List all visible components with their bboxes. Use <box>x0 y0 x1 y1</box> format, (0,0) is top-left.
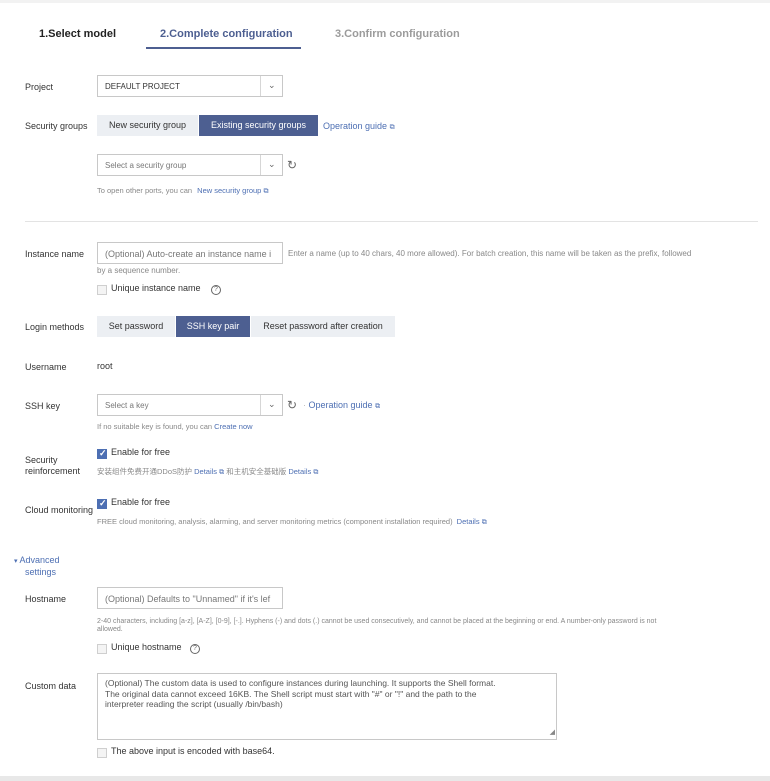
reset-password-after-creation-option[interactable]: Reset password after creation <box>251 316 395 337</box>
ssh-key-select[interactable]: Select a key ⌄ <box>97 394 283 416</box>
project-value: DEFAULT PROJECT <box>105 82 180 91</box>
cloud-monitoring-details-link[interactable]: Details <box>457 517 480 526</box>
chevron-down-icon: ⌄ <box>268 159 276 169</box>
project-select[interactable]: DEFAULT PROJECT ⌄ <box>97 75 283 97</box>
custom-data-placeholder-line2: The original data cannot exceed 16KB. Th… <box>105 688 477 699</box>
custom-data-placeholder-line1: (Optional) The custom data is used to co… <box>105 678 496 688</box>
security-groups-guide-link[interactable]: Operation guide ⧉ <box>323 121 395 132</box>
instance-name-label: Instance name <box>25 249 85 259</box>
external-link-icon: ⧉ <box>375 403 381 410</box>
unique-instance-name-checkbox[interactable] <box>97 285 107 295</box>
existing-security-groups-option[interactable]: Existing security groups <box>199 115 318 136</box>
refresh-icon[interactable]: ↻ <box>287 158 297 172</box>
chevron-down-icon: ⌄ <box>268 80 276 90</box>
security-reinforcement-label-line1: Security <box>25 455 58 465</box>
base64-checkbox[interactable] <box>97 748 107 758</box>
set-password-option[interactable]: Set password <box>97 316 175 337</box>
refresh-icon[interactable]: ↻ <box>287 398 297 412</box>
active-step-underline <box>146 47 301 49</box>
hostname-hint-line1: 2-40 characters, including [a-z], [A-Z],… <box>97 618 657 625</box>
external-link-icon: ⧉ <box>219 469 225 476</box>
security-group-hint: To open other ports, you can New securit… <box>97 186 268 197</box>
step-select-model[interactable]: 1.Select model <box>39 28 116 40</box>
ssh-key-hint: If no suitable key is found, you can Cre… <box>97 422 253 432</box>
security-group-select[interactable]: Select a security group ⌄ <box>97 154 283 176</box>
resize-icon[interactable]: ◢ <box>550 728 555 739</box>
security-group-placeholder: Select a security group <box>105 161 187 170</box>
instance-name-hint-line2: by a sequence number. <box>97 266 181 275</box>
operation-guide-text: Operation guide <box>323 121 388 131</box>
hostname-label: Hostname <box>25 594 67 604</box>
ssh-key-dropdown-toggle[interactable]: ⌄ <box>260 395 282 415</box>
instance-name-input[interactable]: (Optional) Auto-create an instance name … <box>97 242 283 264</box>
new-security-group-option[interactable]: New security group <box>97 115 198 136</box>
username-value: root <box>97 361 113 371</box>
login-methods-label: Login methods <box>25 322 85 332</box>
question-icon[interactable]: ? <box>211 285 221 295</box>
ssh-key-guide-link[interactable]: · Operation guide ⧉ <box>303 400 380 411</box>
unique-instance-name-label: Unique instance name <box>111 283 201 293</box>
security-reinforcement-checkbox[interactable] <box>97 448 107 459</box>
ssh-key-label: SSH key <box>25 401 61 411</box>
cloud-monitoring-label: Cloud monitoring <box>25 505 94 515</box>
step-confirm-configuration[interactable]: 3.Confirm configuration <box>335 28 460 40</box>
config-page: 1.Select model 2.Complete configuration … <box>0 3 770 776</box>
security-group-dropdown-toggle[interactable]: ⌄ <box>260 155 282 175</box>
unique-hostname-checkbox[interactable] <box>97 644 107 654</box>
ssh-key-hint-text: If no suitable key is found, you can <box>97 422 213 431</box>
security-groups-label: Security groups <box>25 121 88 131</box>
caret-down-icon: ▾ <box>14 558 18 565</box>
chevron-down-icon: ⌄ <box>268 399 276 409</box>
project-label: Project <box>25 82 54 92</box>
cloud-monitoring-hint: FREE cloud monitoring, analysis, alarmin… <box>97 517 487 528</box>
host-security-details-link[interactable]: Details <box>288 467 311 476</box>
advanced-settings-label-line2: settings <box>25 567 57 577</box>
external-link-icon: ⧉ <box>389 124 395 131</box>
external-link-icon: ⧉ <box>263 188 269 195</box>
unique-hostname-label: Unique hostname <box>111 642 182 652</box>
custom-data-textarea[interactable]: (Optional) The custom data is used to co… <box>97 673 557 740</box>
cloud-monitoring-checkbox-label: Enable for free <box>111 497 171 507</box>
custom-data-label: Custom data <box>25 681 77 691</box>
advanced-settings-label-line1: Advanced <box>19 555 60 565</box>
external-link-icon: ⧉ <box>481 519 487 526</box>
hostname-hint-line2: allowed. <box>97 626 123 633</box>
operation-guide-text: Operation guide <box>308 400 373 410</box>
new-security-group-link[interactable]: New security group <box>197 186 261 195</box>
bottom-bar <box>0 776 770 781</box>
security-group-hint-text: To open other ports, you can <box>97 186 193 195</box>
host-security-hint-text: 和主机安全基础版 <box>226 467 287 476</box>
separator-dot: · <box>303 400 306 410</box>
create-now-link[interactable]: Create now <box>214 422 252 431</box>
question-icon[interactable]: ? <box>190 644 200 654</box>
base64-checkbox-label: The above input is encoded with base64. <box>111 746 275 756</box>
ssh-key-pair-option[interactable]: SSH key pair <box>176 316 250 337</box>
ssh-key-placeholder: Select a key <box>105 401 149 410</box>
security-reinforcement-checkbox-label: Enable for free <box>111 447 171 457</box>
cloud-monitoring-hint-text: FREE cloud monitoring, analysis, alarmin… <box>97 517 453 526</box>
security-reinforcement-label-line2: reinforcement <box>25 466 81 476</box>
cloud-monitoring-checkbox[interactable] <box>97 498 107 509</box>
ddos-details-link[interactable]: Details <box>194 467 217 476</box>
instance-name-hint-line1: Enter a name (up to 40 chars, 40 more al… <box>288 249 692 258</box>
hostname-input[interactable]: (Optional) Defaults to "Unnamed" if it's… <box>97 587 283 609</box>
section-divider <box>25 221 758 222</box>
security-reinforcement-label: Security reinforcement <box>25 455 80 477</box>
ddos-hint-text: 安装组件免费开通DDoS防护 <box>97 467 193 476</box>
custom-data-placeholder-line3: interpreter reading the script (usually … <box>105 699 283 709</box>
advanced-settings-toggle[interactable]: ▾ Advanced settings <box>14 555 60 578</box>
external-link-icon: ⧉ <box>313 469 319 476</box>
username-label: Username <box>25 362 67 372</box>
step-complete-configuration[interactable]: 2.Complete configuration <box>160 28 293 40</box>
security-reinforcement-hint: 安装组件免费开通DDoS防护 Details ⧉ 和主机安全基础版 Detail… <box>97 467 318 478</box>
project-dropdown-toggle[interactable]: ⌄ <box>260 76 282 96</box>
